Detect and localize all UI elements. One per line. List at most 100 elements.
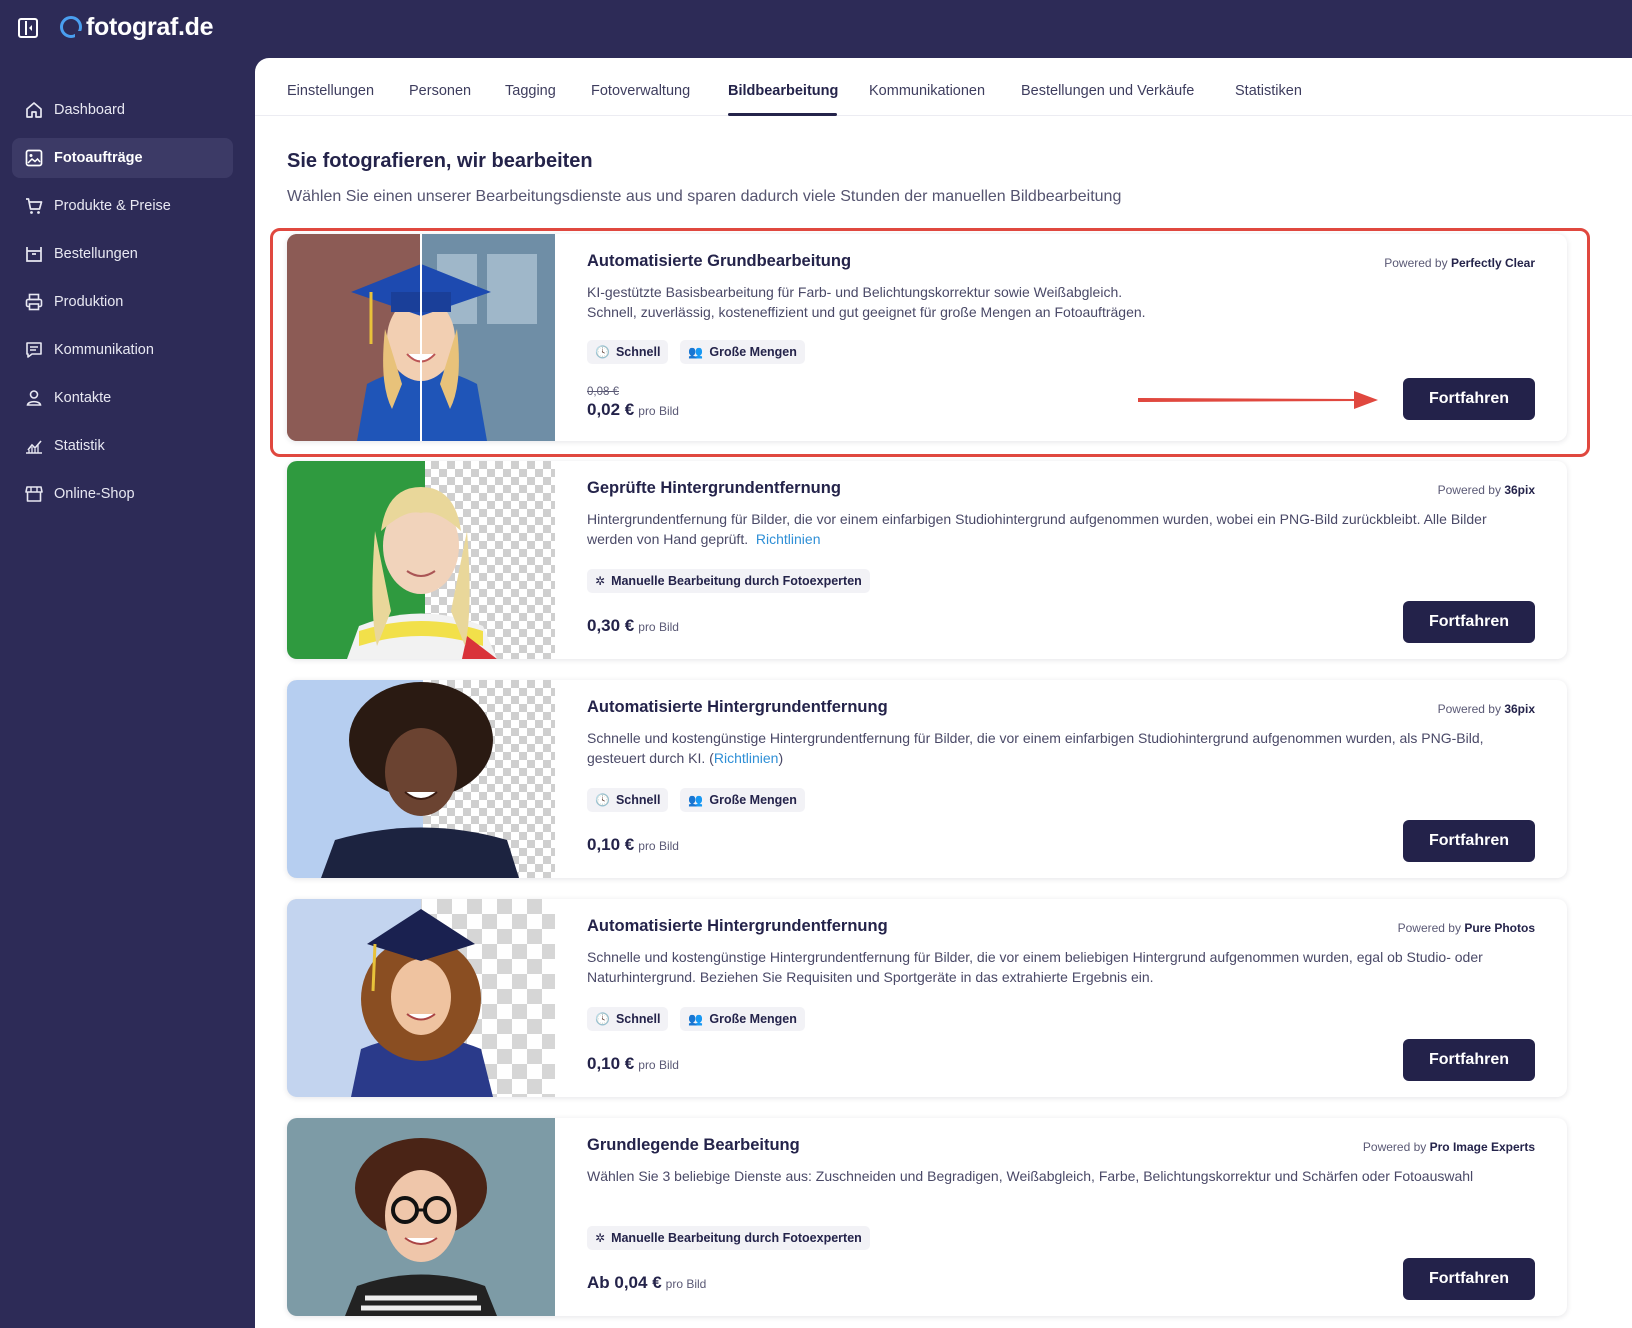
tab-bestellungen-verkaeufe[interactable]: Bestellungen und Verkäufe xyxy=(1021,83,1194,99)
chip-label: Manuelle Bearbeitung durch Fotoexperten xyxy=(611,574,862,588)
sidebar-item-label: Kommunikation xyxy=(54,342,154,358)
sidebar-item-label: Online-Shop xyxy=(54,486,135,502)
sidebar-item-label: Statistik xyxy=(54,438,105,454)
tab-statistiken[interactable]: Statistiken xyxy=(1235,83,1302,99)
service-description: Wählen Sie 3 beliebige Dienste aus: Zusc… xyxy=(587,1168,1474,1184)
page-subtitle: Wählen Sie einen unserer Bearbeitungsdie… xyxy=(287,188,1122,205)
chip-label: Schnell xyxy=(615,793,661,807)
clock-icon: 🕓 xyxy=(595,1012,610,1026)
service-image xyxy=(287,899,555,1097)
top-bar: fotograf.de xyxy=(0,0,1632,56)
sidebar-item-kontakte[interactable]: Kontakte xyxy=(12,378,233,418)
expert-icon: ✲ xyxy=(595,574,606,588)
service-image xyxy=(287,461,555,659)
sidebar-item-label: Produktion xyxy=(54,294,124,310)
chip-manuelle-bearbeitung: ✲ Manuelle Bearbeitung durch Fotoexperten xyxy=(587,1226,870,1250)
tab-bar: Einstellungen Personen Tagging Fotoverwa… xyxy=(255,58,1632,116)
service-title: Automatisierte Hintergrundentfernung xyxy=(587,698,888,716)
chip-label: Große Mengen xyxy=(709,793,797,807)
fortfahren-button[interactable]: Fortfahren xyxy=(1403,820,1535,862)
sidebar-item-dashboard[interactable]: Dashboard xyxy=(12,90,233,130)
sidebar-item-label: Kontakte xyxy=(54,390,112,406)
powered-by-vendor: Pure Photos xyxy=(1464,921,1535,935)
powered-by-prefix: Powered by xyxy=(1397,921,1461,935)
service-description: Schnelle und kostengünstige Hintergrunde… xyxy=(587,728,1535,768)
sidebar-item-fotoauftraege[interactable]: Fotoaufträge xyxy=(12,138,233,178)
fortfahren-button[interactable]: Fortfahren xyxy=(1403,1039,1535,1081)
box-icon xyxy=(24,244,44,264)
powered-by-prefix: Powered by xyxy=(1362,1140,1427,1154)
service-card-body: Geprüfte Hintergrundentfernung Powered b… xyxy=(587,461,1535,659)
price-unit: pro Bild xyxy=(665,1277,707,1291)
powered-by: Powered by Pro Image Experts xyxy=(1363,1140,1535,1154)
sidebar-item-bestellungen[interactable]: Bestellungen xyxy=(12,234,233,274)
active-tab-indicator xyxy=(728,113,837,116)
powered-by-vendor: 36pix xyxy=(1504,702,1535,716)
price-value: 0,10 € xyxy=(587,1054,635,1073)
price: 0,10 € pro Bild xyxy=(587,835,679,855)
service-image xyxy=(287,680,555,878)
sidebar-item-label: Fotoaufträge xyxy=(54,150,143,166)
sidebar: Dashboard Fotoaufträge Produkte & Preise… xyxy=(0,90,245,522)
price: 0,30 € pro Bild xyxy=(587,616,679,636)
tab-einstellungen[interactable]: Einstellungen xyxy=(287,83,374,99)
tab-fotoverwaltung[interactable]: Fotoverwaltung xyxy=(591,83,690,99)
chart-icon xyxy=(24,436,44,456)
tab-kommunikationen[interactable]: Kommunikationen xyxy=(869,83,985,99)
fortfahren-button[interactable]: Fortfahren xyxy=(1403,1258,1535,1300)
service-image xyxy=(287,1118,555,1316)
feature-chips: ✲ Manuelle Bearbeitung durch Fotoexperten xyxy=(587,1226,870,1250)
page-title: Sie fotografieren, wir bearbeiten xyxy=(287,150,593,172)
fortfahren-button[interactable]: Fortfahren xyxy=(1403,601,1535,643)
service-card-body: Grundlegende Bearbeitung Powered by Pro … xyxy=(587,1118,1535,1316)
logo[interactable]: fotograf.de xyxy=(60,10,214,44)
message-icon xyxy=(24,340,44,360)
powered-by-vendor: 36pix xyxy=(1504,483,1535,497)
price-block: 0,30 € pro Bild xyxy=(587,616,679,636)
tab-tagging[interactable]: Tagging xyxy=(505,83,556,99)
price-block: Ab 0,04 € pro Bild xyxy=(587,1273,706,1293)
chip-label: Schnell xyxy=(615,1012,661,1026)
chip-schnell: 🕓 Schnell xyxy=(587,1007,669,1031)
price-value: 0,30 € xyxy=(587,616,635,635)
service-card: Geprüfte Hintergrundentfernung Powered b… xyxy=(287,461,1567,659)
sidebar-item-label: Bestellungen xyxy=(54,246,138,262)
store-icon xyxy=(24,484,44,504)
clock-icon: 🕓 xyxy=(595,793,610,807)
richtlinien-link[interactable]: Richtlinien xyxy=(756,531,821,547)
powered-by: Powered by Pure Photos xyxy=(1398,921,1535,935)
service-card: Automatisierte Hintergrundentfernung Pow… xyxy=(287,899,1567,1097)
sidebar-item-online-shop[interactable]: Online-Shop xyxy=(12,474,233,514)
description-text: Hintergrundentfernung für Bilder, die vo… xyxy=(587,511,1487,547)
sidebar-item-produktion[interactable]: Produktion xyxy=(12,282,233,322)
chip-manuelle-bearbeitung: ✲ Manuelle Bearbeitung durch Fotoexperten xyxy=(587,569,870,593)
price-unit: pro Bild xyxy=(638,620,679,634)
feature-chips: 🕓 Schnell 👥 Große Mengen xyxy=(587,1007,805,1031)
price-unit: pro Bild xyxy=(638,839,679,853)
price: Ab 0,04 € pro Bild xyxy=(587,1273,706,1293)
chip-label: Manuelle Bearbeitung durch Fotoexperten xyxy=(611,1231,862,1245)
powered-by-prefix: Powered by xyxy=(1437,483,1501,497)
description-text: ) xyxy=(778,750,784,766)
richtlinien-link[interactable]: Richtlinien xyxy=(714,750,779,766)
price-block: 0,10 € pro Bild xyxy=(587,835,679,855)
feature-chips: 🕓 Schnell 👥 Große Mengen xyxy=(587,788,805,812)
service-title: Automatisierte Hintergrundentfernung xyxy=(587,917,888,935)
sidebar-item-produkte-preise[interactable]: Produkte & Preise xyxy=(12,186,233,226)
service-card-body: Automatisierte Hintergrundentfernung Pow… xyxy=(587,899,1535,1097)
service-title: Geprüfte Hintergrundentfernung xyxy=(587,479,841,497)
sidebar-item-label: Produkte & Preise xyxy=(54,198,171,214)
image-icon xyxy=(24,148,44,168)
service-card-body: Automatisierte Hintergrundentfernung Pow… xyxy=(587,680,1535,878)
logo-mark-icon xyxy=(60,16,83,39)
sidebar-toggle-icon[interactable] xyxy=(18,18,38,38)
logo-text: fotograf.de xyxy=(86,12,214,41)
tab-personen[interactable]: Personen xyxy=(409,83,471,99)
service-card: Automatisierte Hintergrundentfernung Pow… xyxy=(287,680,1567,878)
sidebar-item-statistik[interactable]: Statistik xyxy=(12,426,233,466)
tab-bildbearbeitung[interactable]: Bildbearbeitung xyxy=(728,83,838,99)
price: 0,10 € pro Bild xyxy=(587,1054,679,1074)
powered-by: Powered by 36pix xyxy=(1438,483,1535,497)
sidebar-item-kommunikation[interactable]: Kommunikation xyxy=(12,330,233,370)
cart-icon xyxy=(24,196,44,216)
